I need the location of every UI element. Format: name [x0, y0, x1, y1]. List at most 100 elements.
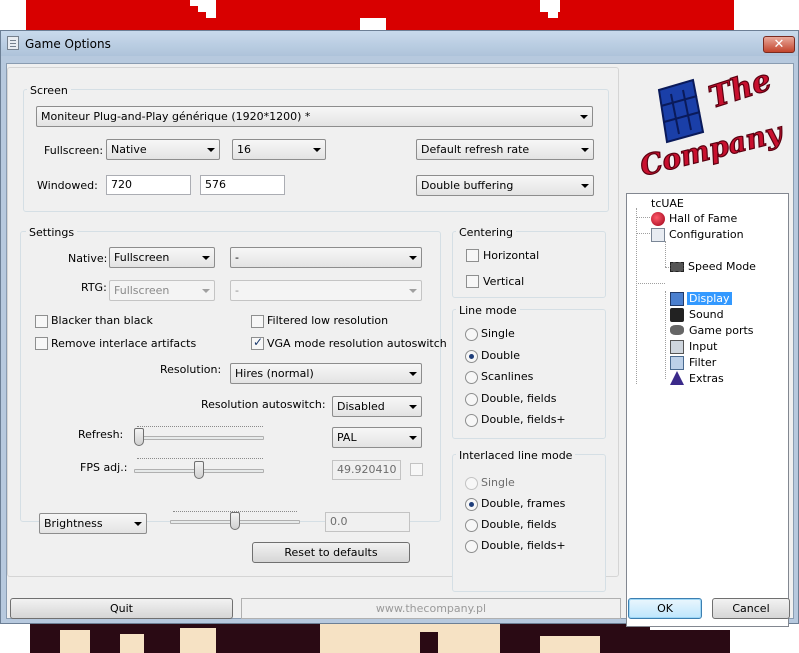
extras-wizard-hat-icon — [670, 371, 684, 385]
brightness-select[interactable]: Brightness — [39, 513, 147, 534]
chevron-down-icon — [409, 405, 417, 409]
windowed-height-field[interactable]: 576 — [200, 175, 285, 195]
refresh-rate-select[interactable]: Default refresh rate — [416, 139, 594, 160]
centering-group-title: Centering — [456, 226, 517, 239]
cancel-button[interactable]: Cancel — [712, 598, 790, 619]
logo-text-company: Company — [637, 115, 787, 182]
native-mode-select[interactable]: Fullscreen — [109, 247, 215, 268]
blacker-than-black-checkbox[interactable] — [35, 315, 48, 328]
tree-item-hall-of-fame[interactable]: Hall of Fame — [669, 211, 737, 227]
windowed-width-field[interactable]: 720 — [106, 175, 191, 195]
interlaced-line-mode-option-label: Single — [481, 476, 515, 489]
background-game-art-top — [0, 0, 799, 30]
chevron-down-icon — [581, 184, 589, 188]
tree-item-filter[interactable]: Filter — [689, 355, 716, 371]
the-company-logo: The Company — [636, 72, 787, 182]
interlaced-line-mode-option-label: Double, fields — [481, 518, 557, 531]
reset-to-defaults-button[interactable]: Reset to defaults — [252, 542, 410, 563]
interlaced-line-mode-option-label: Double, fields+ — [481, 539, 566, 552]
brightness-slider-thumb[interactable] — [230, 512, 240, 530]
interlaced-line-mode-option-radio[interactable] — [465, 540, 478, 553]
window-title: Game Options — [25, 37, 111, 51]
brightness-value-field[interactable]: 0.0 — [325, 512, 410, 532]
chevron-down-icon — [409, 289, 417, 293]
tree-connector — [665, 241, 666, 267]
refresh-slider-track[interactable] — [134, 436, 264, 440]
fullscreen-mode-select[interactable]: Native — [106, 139, 220, 160]
tree-connector — [636, 208, 637, 384]
tree-connector — [636, 217, 650, 218]
line-mode-option-label: Double, fields — [481, 391, 557, 405]
interlaced-line-mode-option-label: Double, frames — [481, 497, 566, 510]
fullscreen-depth-select[interactable]: 16 — [232, 139, 326, 160]
interlaced-line-mode-group-title: Interlaced line mode — [456, 449, 576, 462]
native-extra-select[interactable]: - — [230, 247, 422, 268]
refresh-mode-select[interactable]: PAL — [332, 427, 422, 448]
line-mode-option-label: Double, fields+ — [481, 413, 566, 426]
remove-interlace-checkbox[interactable] — [35, 337, 48, 350]
center-vertical-label: Vertical — [483, 275, 525, 288]
tree-connector — [636, 283, 665, 284]
line-mode-group-title: Line mode — [456, 304, 520, 317]
chevron-down-icon — [581, 148, 589, 152]
rtg-mode-select[interactable]: Fullscreen — [109, 280, 215, 301]
sound-speaker-icon — [670, 308, 684, 322]
fps-adjust-checkbox[interactable] — [410, 463, 423, 476]
line-mode-option-radio[interactable] — [465, 414, 478, 427]
tree-item-game-ports[interactable]: Game ports — [689, 323, 754, 339]
native-label: Native: — [68, 252, 108, 265]
speed-mode-chip-icon — [670, 262, 684, 272]
center-vertical-checkbox[interactable] — [466, 275, 479, 288]
rtg-label: RTG: — [81, 281, 107, 294]
monitor-select[interactable]: Moniteur Plug-and-Play générique (1920*1… — [36, 106, 593, 127]
rtg-extra-select[interactable]: - — [230, 280, 422, 301]
tree-item-sound[interactable]: Sound — [689, 307, 724, 323]
title-bar[interactable]: Game Options ✕ — [1, 31, 798, 56]
configuration-icon — [651, 228, 665, 242]
windowed-label: Windowed: — [37, 179, 98, 192]
fps-slider-thumb[interactable] — [194, 461, 204, 479]
vga-autoswitch-label: VGA mode resolution autoswitch — [267, 337, 447, 350]
resolution-label: Resolution: — [160, 363, 222, 376]
buffering-select[interactable]: Double buffering — [416, 175, 594, 196]
window-close-button[interactable]: ✕ — [763, 36, 795, 53]
screen-group-title: Screen — [27, 84, 71, 97]
tree-item-speed-mode[interactable]: Speed Mode — [688, 259, 756, 275]
refresh-slider-ticks — [137, 426, 263, 429]
refresh-slider-thumb[interactable] — [134, 428, 144, 446]
quit-button[interactable]: Quit — [10, 598, 233, 619]
tree-item-configuration[interactable]: Configuration — [669, 227, 744, 243]
line-mode-option-label: Double — [481, 348, 520, 362]
center-horizontal-checkbox[interactable] — [466, 249, 479, 262]
ok-button[interactable]: OK — [628, 598, 702, 619]
fps-value-field[interactable]: 49.920410 — [332, 460, 401, 480]
line-mode-option-radio[interactable] — [465, 392, 478, 406]
interlaced-line-mode-option-radio[interactable] — [465, 498, 478, 511]
tree-item-extras[interactable]: Extras — [689, 371, 724, 387]
filtered-low-resolution-checkbox[interactable] — [251, 315, 264, 328]
fps-adjust-label: FPS adj.: — [80, 461, 128, 474]
tree-item-display[interactable]: Display — [687, 291, 732, 307]
interlaced-line-mode-option-radio[interactable] — [465, 519, 478, 532]
window-app-icon — [7, 36, 19, 50]
resolution-autoswitch-select[interactable]: Disabled — [332, 396, 422, 417]
line-mode-option-radio[interactable] — [465, 328, 478, 341]
resolution-autoswitch-label: Resolution autoswitch: — [201, 398, 326, 411]
chevron-down-icon — [409, 436, 417, 440]
settings-tree[interactable]: tcUAE Hall of Fame Configuration Speed M… — [626, 193, 789, 627]
vga-autoswitch-checkbox[interactable] — [251, 335, 264, 350]
filter-monitor-icon — [670, 356, 684, 370]
line-mode-option-radio[interactable] — [465, 349, 478, 363]
tree-root-tcuae[interactable]: tcUAE — [651, 196, 684, 212]
resolution-select[interactable]: Hires (normal) — [230, 363, 422, 384]
tree-item-input[interactable]: Input — [689, 339, 717, 355]
website-link[interactable]: www.thecompany.pl — [241, 598, 621, 619]
remove-interlace-label: Remove interlace artifacts — [51, 337, 197, 350]
hall-of-fame-icon — [651, 212, 665, 226]
game-ports-gamepad-icon — [670, 325, 684, 335]
line-mode-option-radio[interactable] — [465, 371, 478, 384]
interlaced-line-mode-option-radio[interactable] — [465, 477, 478, 490]
chevron-down-icon — [202, 256, 210, 260]
center-horizontal-label: Horizontal — [483, 249, 540, 262]
chevron-down-icon — [207, 148, 215, 152]
